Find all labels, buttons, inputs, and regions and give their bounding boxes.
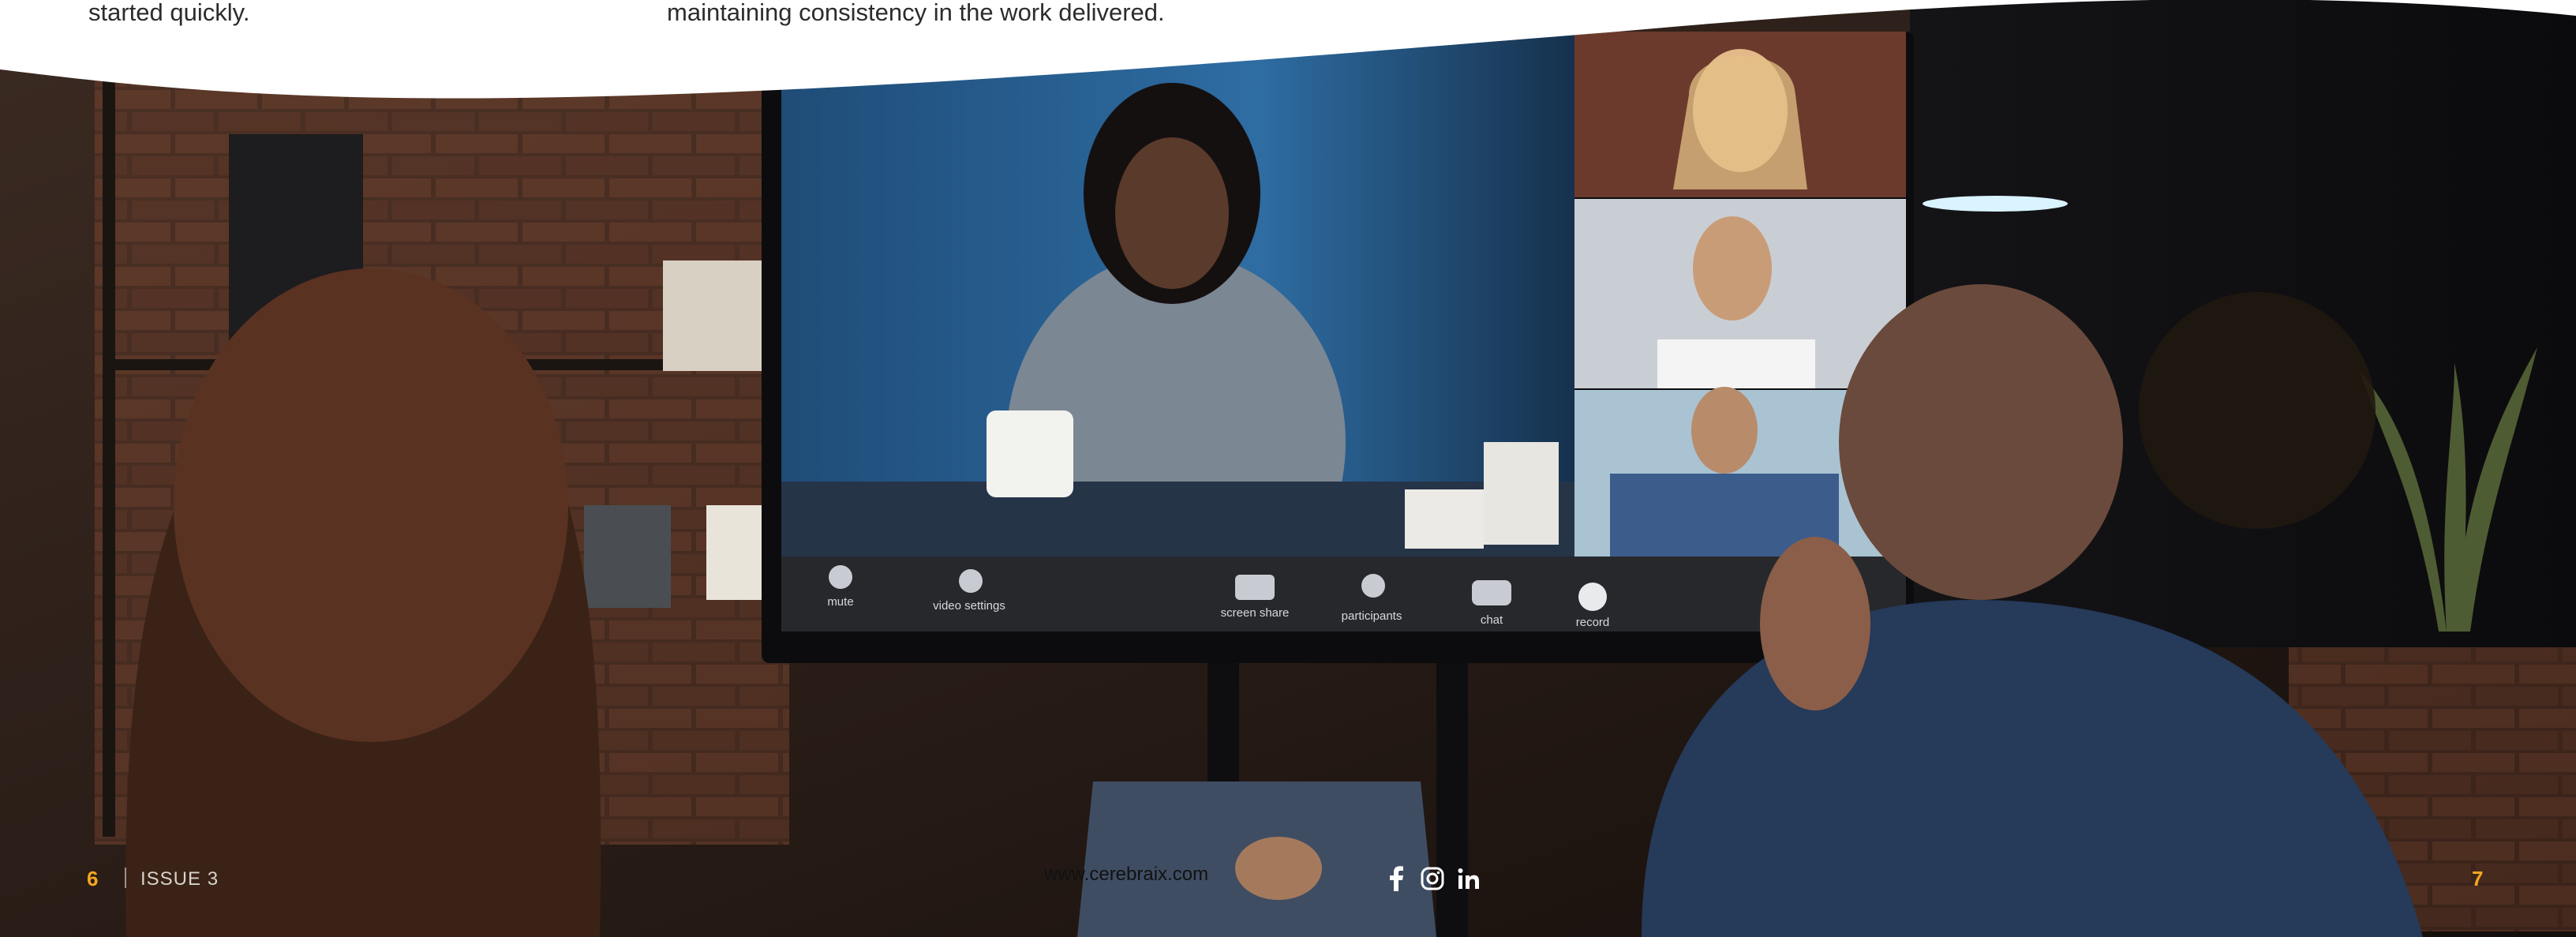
top-text-mid: maintaining consistency in the work deli… [667, 0, 1165, 26]
facebook-icon[interactable] [1383, 866, 1409, 891]
svg-text:chat: chat [1481, 613, 1503, 627]
video-conference-photo: mute video settings screen share partici… [0, 0, 2576, 937]
page-footer [0, 853, 2576, 908]
footer-divider [125, 868, 126, 888]
top-text-left: started quickly. [88, 0, 250, 26]
ceiling-lamp [1923, 196, 2068, 212]
record-icon [1578, 583, 1607, 611]
instagram-icon[interactable] [1420, 866, 1445, 891]
social-links [1383, 866, 1481, 891]
website-link[interactable]: www.cerebraix.com [1044, 864, 1208, 886]
svg-text:participants: participants [1342, 609, 1402, 623]
magazine-spread: mute video settings screen share partici… [0, 0, 2576, 937]
video-settings-icon [959, 569, 983, 593]
linkedin-icon[interactable] [1456, 866, 1481, 891]
page-number-left: 6 [87, 867, 99, 890]
svg-text:video settings: video settings [933, 599, 1005, 613]
svg-text:record: record [1576, 616, 1610, 629]
screen-share-icon [1235, 575, 1275, 600]
page-number-right: 7 [2472, 867, 2484, 890]
issue-label: ISSUE 3 [140, 868, 219, 890]
participants-icon [1361, 574, 1385, 598]
svg-text:mute: mute [827, 595, 853, 609]
svg-text:screen share: screen share [1221, 606, 1290, 620]
mute-icon [829, 565, 852, 589]
chat-icon [1472, 580, 1511, 605]
